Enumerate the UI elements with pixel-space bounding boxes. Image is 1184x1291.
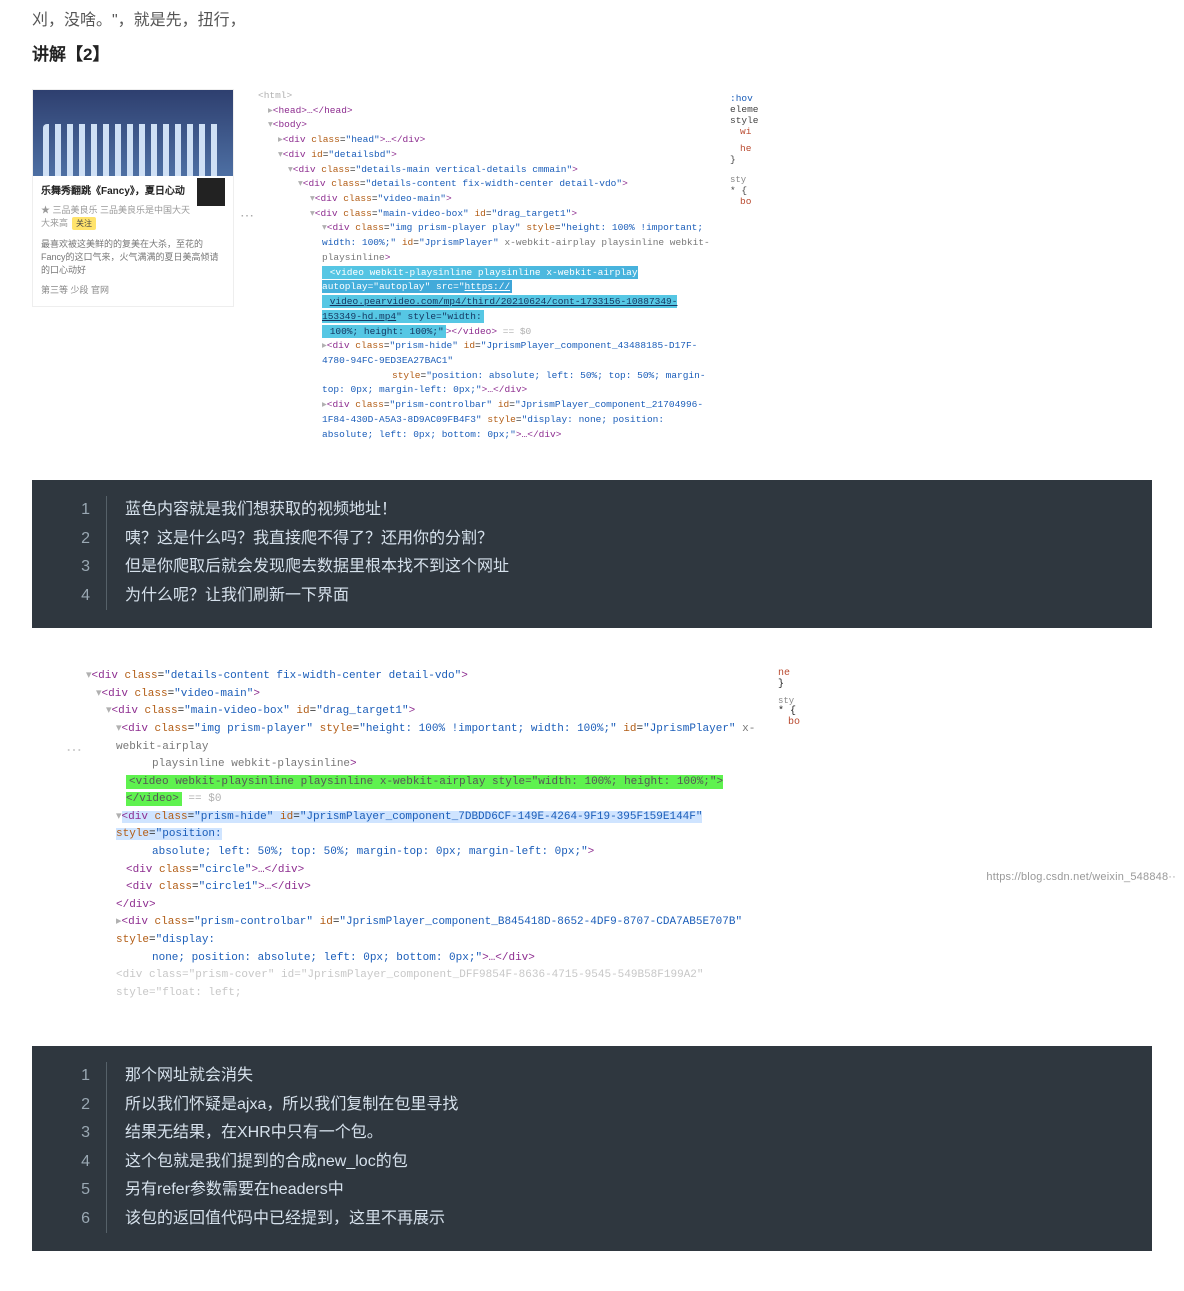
explanation-block-2: 1那个网址就会消失 2所以我们怀疑是ajxa，所以我们复制在包里寻找 3结果无结… [32,1046,1152,1251]
devtools-snapshot-2: ⋯ ne } sty * { bo ▾<div class="details-c… [80,668,770,1002]
highlighted-video-tag: <video webkit-playsinline playsinline x-… [322,266,638,294]
video-link: 第三等 少段 官网 [41,283,225,296]
styles-pane-2: ne } sty * { bo [778,668,838,728]
screenshot-row: 乐舞秀翻跳《Fancy》，夏日心动 ★ 三品美良乐 三品美良乐是中国大天大来高关… [32,89,1152,442]
watermark-url: https://blog.csdn.net/weixin_548848·· [986,871,1176,883]
styles-pane-1: :hov eleme style wi he } sty * { bo [730,89,786,207]
video-page-card: 乐舞秀翻跳《Fancy》，夏日心动 ★ 三品美良乐 三品美良乐是中国大天大来高关… [32,89,234,307]
section-heading: 讲解【2】 [32,40,1152,65]
ellipsis-icon: ⋯ [66,740,82,760]
qr-code-icon [197,178,225,206]
video-thumb [33,90,233,176]
devtools-snapshot-1: ⋯ <html> ▸<head>…</head> ▾<body> ▸<div c… [252,89,712,442]
truncated-line: 刈，没啥。"，就是先，扭行， [32,6,1152,30]
explanation-block-1: 1蓝色内容就是我们想获取的视频地址！ 2咦？这是什么吗？我直接爬不得了？还用你的… [32,480,1152,628]
video-meta: ★ 三品美良乐 三品美良乐是中国大天大来高关注 [41,203,225,230]
video-desc: 最喜欢被这美鲜的的复美在大杀，至花的Fancy的这口气来，火气满满的夏日美高倾请… [41,238,225,277]
ellipsis-icon: ⋯ [240,207,254,224]
